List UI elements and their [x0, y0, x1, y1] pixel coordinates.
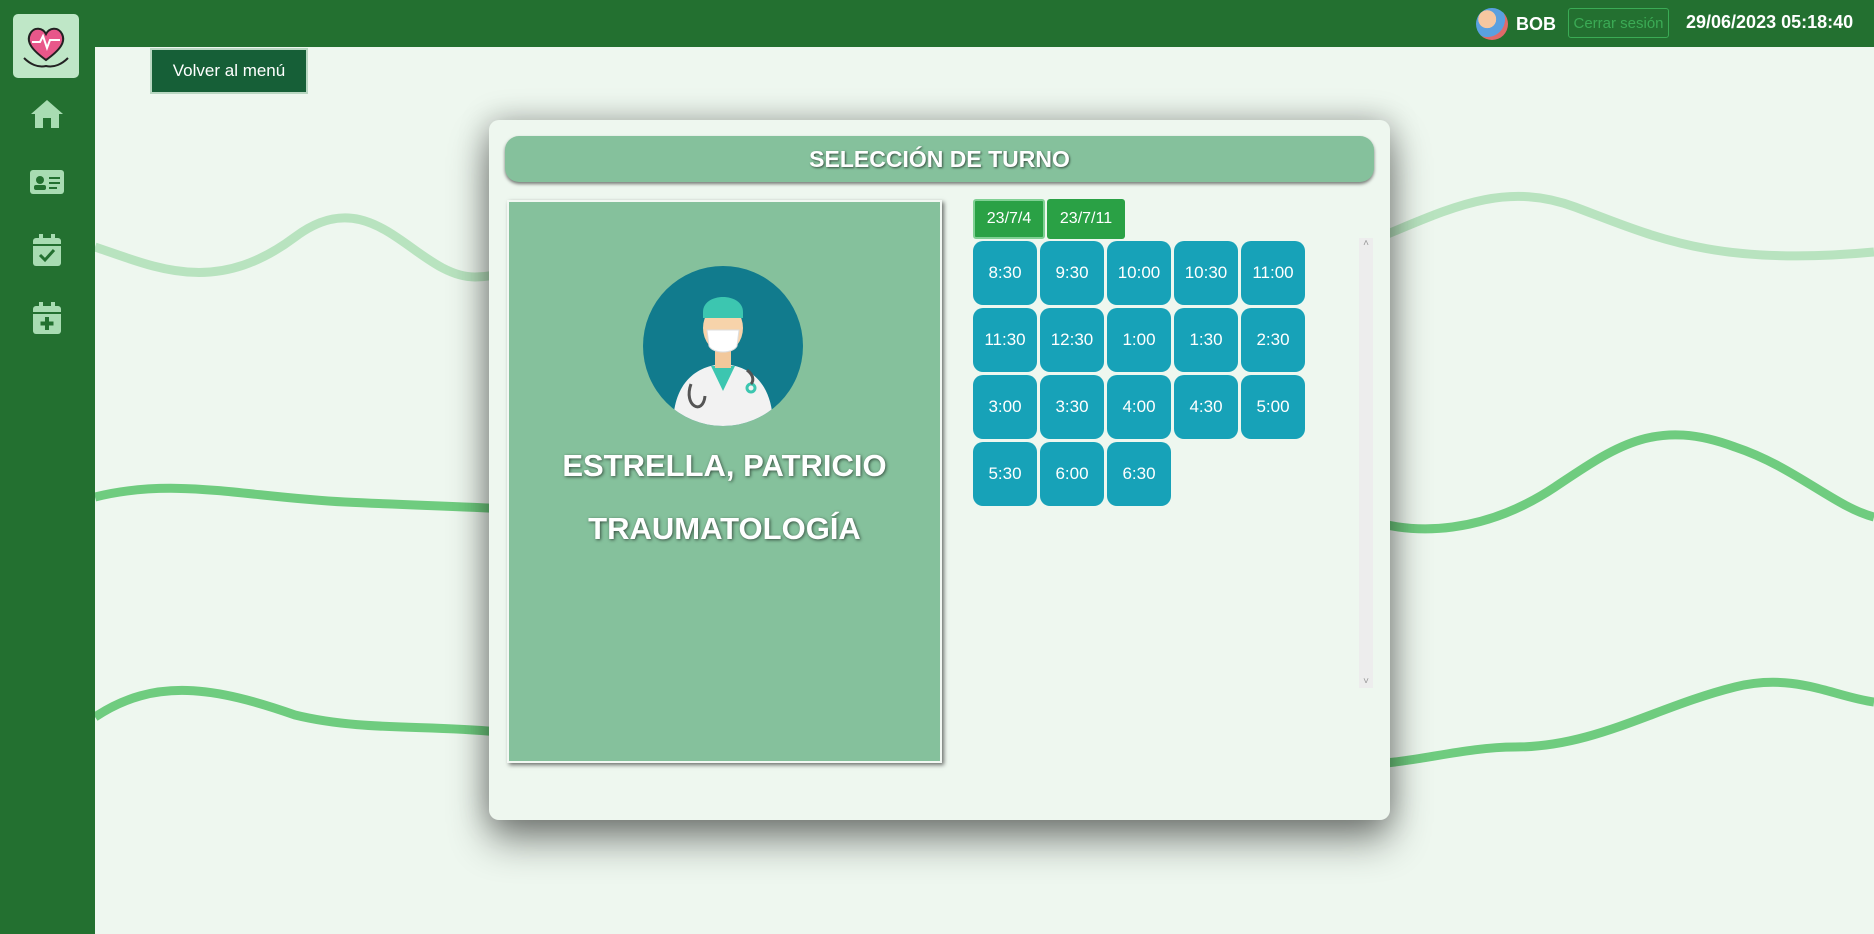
- time-slot[interactable]: 1:30: [1174, 308, 1238, 372]
- scroll-down-arrow-icon[interactable]: ˅: [1359, 676, 1373, 688]
- app-logo[interactable]: [13, 14, 79, 78]
- time-slot[interactable]: 9:30: [1040, 241, 1104, 305]
- time-slot[interactable]: 4:00: [1107, 375, 1171, 439]
- time-slot[interactable]: 3:00: [973, 375, 1037, 439]
- time-slot[interactable]: 5:30: [973, 442, 1037, 506]
- id-card-icon[interactable]: [29, 164, 65, 200]
- appointment-modal: SELECCIÓN DE TURNO ESTRELLA, PATRICIO TR…: [489, 120, 1390, 820]
- time-slot[interactable]: 2:30: [1241, 308, 1305, 372]
- time-slot[interactable]: 11:00: [1241, 241, 1305, 305]
- date-tabs: 23/7/4 23/7/11: [973, 199, 1125, 239]
- calendar-check-icon[interactable]: [29, 232, 65, 268]
- time-slot[interactable]: 6:30: [1107, 442, 1171, 506]
- scroll-up-arrow-icon[interactable]: ˄: [1359, 238, 1373, 250]
- time-slot[interactable]: 6:00: [1040, 442, 1104, 506]
- top-bar: BOB Cerrar sesión 29/06/2023 05:18:40: [0, 0, 1874, 47]
- sidebar: [0, 0, 95, 934]
- modal-title: SELECCIÓN DE TURNO: [505, 136, 1374, 182]
- doctor-card: ESTRELLA, PATRICIO TRAUMATOLOGÍA: [507, 200, 942, 763]
- doctor-illustration: [673, 297, 773, 426]
- time-slot[interactable]: 1:00: [1107, 308, 1171, 372]
- user-info: BOB: [1476, 8, 1556, 40]
- time-slot-grid: 8:30 9:30 10:00 10:30 11:00 11:30 12:30 …: [973, 241, 1305, 506]
- time-slot[interactable]: 5:00: [1241, 375, 1305, 439]
- time-slot[interactable]: 10:30: [1174, 241, 1238, 305]
- calendar-plus-icon[interactable]: [29, 300, 65, 336]
- username: BOB: [1516, 13, 1556, 34]
- doctor-avatar: [643, 266, 803, 426]
- time-slot[interactable]: 3:30: [1040, 375, 1104, 439]
- current-datetime: 29/06/2023 05:18:40: [1686, 12, 1854, 32]
- date-tab[interactable]: 23/7/11: [1047, 199, 1125, 239]
- time-slot[interactable]: 10:00: [1107, 241, 1171, 305]
- heart-care-icon: [23, 27, 69, 68]
- doctor-name: ESTRELLA, PATRICIO: [562, 448, 887, 483]
- doctor-specialty: TRAUMATOLOGÍA: [588, 511, 861, 546]
- time-slot[interactable]: 4:30: [1174, 375, 1238, 439]
- time-slot[interactable]: 11:30: [973, 308, 1037, 372]
- back-to-menu-button[interactable]: Volver al menú: [150, 48, 308, 94]
- avatar: [1476, 8, 1508, 40]
- date-tab[interactable]: 23/7/4: [973, 199, 1045, 239]
- time-slot[interactable]: 12:30: [1040, 308, 1104, 372]
- logout-button[interactable]: Cerrar sesión: [1568, 8, 1669, 38]
- home-icon[interactable]: [29, 96, 65, 132]
- scrollbar[interactable]: [1359, 238, 1373, 688]
- time-slot[interactable]: 8:30: [973, 241, 1037, 305]
